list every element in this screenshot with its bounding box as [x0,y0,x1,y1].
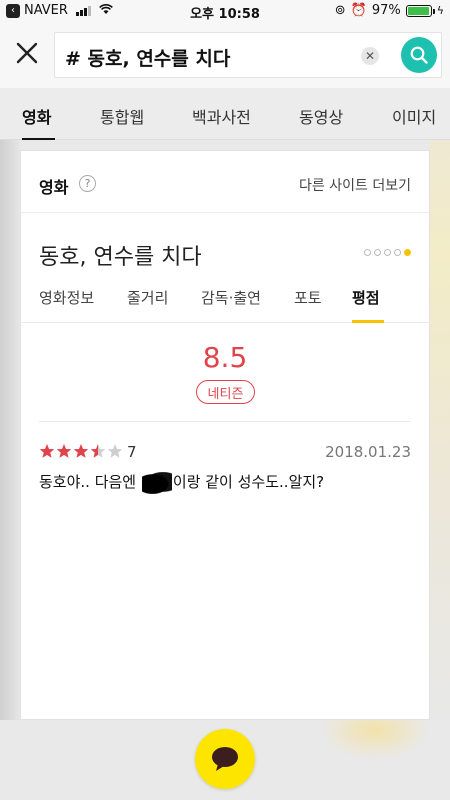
review-item: 7 2018.01.23 동호야.. 다음엔 이랑 같이 성수도..알지? [39,443,411,503]
subtab-plot[interactable]: 줄거리 [127,287,168,308]
netizen-badge: 네티즌 [196,380,255,404]
background-right [430,140,450,720]
rotation-lock-icon: ⊚ [334,3,346,18]
review-text-after: 이랑 같이 성수도..알지? [172,473,325,491]
star-full-icon [56,444,72,458]
search-input[interactable]: # 동호, 연수를 치다 ✕ [54,32,442,78]
card-header: 영화 ? 다른 사이트 더보기 [21,151,429,213]
review-text: 동호야.. 다음엔 이랑 같이 성수도..알지? [39,471,324,494]
tab-video[interactable]: 동영상 [299,104,343,128]
help-icon[interactable]: ? [79,175,96,192]
battery-fill [407,6,430,15]
redacted-mark [141,471,172,494]
movie-subtabs: 영화정보 줄거리 감독·출연 포토 평점 [21,277,429,323]
page-dot-active [404,249,411,256]
kakao-talk-button[interactable] [195,729,255,789]
chat-bubble-icon [212,747,238,771]
search-query: # 동호, 연수를 치다 [65,48,231,70]
active-tab-indicator [22,138,55,140]
movie-title[interactable]: 동호, 연수를 치다 [39,239,202,271]
subtab-rating[interactable]: 평점 [352,287,380,308]
page-dot [364,249,371,256]
more-sites-link[interactable]: 다른 사이트 더보기 [299,175,411,195]
alarm-icon: ⏰ [350,3,367,18]
star-full-icon [39,444,55,458]
review-rating: 7 [127,443,137,461]
status-bar: ‹ NAVER 오후 10:58 ⊚ ⏰ 97% ϟ [0,0,450,24]
search-tabs: 영화 통합웹 백과사전 동영상 이미지 [0,88,450,140]
star-half-icon [90,444,106,458]
battery-percent: 97% [371,3,401,18]
search-icon [410,46,428,64]
movie-card: 영화 ? 다른 사이트 더보기 동호, 연수를 치다 영화정보 줄거리 감독·출… [20,150,430,720]
close-button[interactable] [10,36,44,70]
charging-icon: ϟ [436,4,444,17]
star-rating [39,443,123,459]
star-empty-icon [107,444,123,458]
page-dot [384,249,391,256]
page-dots [364,249,411,256]
tab-web[interactable]: 통합웹 [100,104,144,128]
card-title: 영화 [39,178,69,197]
active-subtab-indicator [352,320,384,323]
page-dot [374,249,381,256]
star-full-icon [73,444,89,458]
background-left [0,140,20,720]
page-dot [394,249,401,256]
battery-icon [405,4,435,17]
tab-image[interactable]: 이미지 [392,104,436,128]
tab-encyclopedia[interactable]: 백과사전 [192,104,251,128]
search-button[interactable] [401,37,437,73]
close-icon [16,42,38,64]
netizen-score: 8.5 [202,341,248,374]
clear-search-button[interactable]: ✕ [361,47,379,65]
review-date: 2018.01.23 [325,443,411,461]
search-header: # 동호, 연수를 치다 ✕ [0,24,450,88]
subtab-cast[interactable]: 감독·출연 [201,287,261,308]
tab-movie[interactable]: 영화 [22,104,51,128]
review-text-before: 동호야.. 다음엔 [39,473,137,491]
status-right: ⊚ ⏰ 97% ϟ [335,3,444,18]
divider [39,421,411,422]
subtab-info[interactable]: 영화정보 [39,287,94,308]
subtab-photo[interactable]: 포토 [294,287,322,308]
